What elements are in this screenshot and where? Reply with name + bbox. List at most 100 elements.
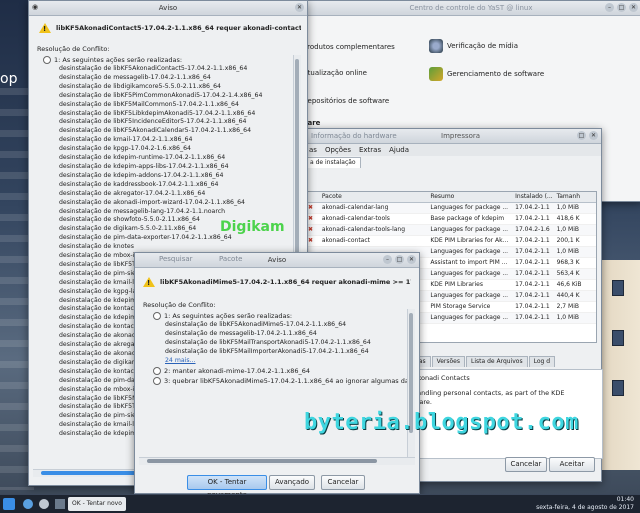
- aviso2-message: ! libKF5AkonadiMime5-17.04.2-1.1.x86_64 …: [143, 277, 411, 287]
- yast-item-label: Verificação de mídia: [447, 42, 518, 50]
- cell-installed: 17.04.2-1.1: [515, 314, 550, 321]
- tab-versions[interactable]: Versões: [431, 356, 465, 367]
- description-line: for Akonadi Contacts: [402, 374, 470, 382]
- cell-summary: Languages for package ...: [430, 248, 509, 255]
- more-link[interactable]: 24 mais...: [139, 357, 415, 366]
- cell-summary: Base package of kdepim: [430, 215, 505, 222]
- cell-summary: Languages for package ...: [430, 314, 509, 321]
- vertical-scrollbar[interactable]: [407, 309, 415, 458]
- minimize-icon[interactable]: –: [605, 3, 614, 12]
- yast-item-addon-products[interactable]: Produtos complementares: [303, 43, 395, 51]
- taskbar-task-ok-retry[interactable]: OK - Tentar novo: [68, 497, 126, 511]
- description-line: software.: [402, 398, 598, 407]
- background-label-search: Pesquisar: [159, 255, 193, 263]
- close-icon[interactable]: ✕: [589, 131, 598, 140]
- cell-summary: KDE PIM Libraries for Ak...: [430, 237, 509, 244]
- option-1[interactable]: 1: As seguintes ações serão realizadas:: [139, 311, 415, 321]
- aviso2-titlebar: Pesquisar Pacote Aviso – □ ✕: [135, 253, 419, 268]
- cell-installed: 17.04.2-1.1: [515, 259, 550, 266]
- browser-icon[interactable]: [23, 499, 33, 509]
- cell-summary: KDE PIM Libraries: [430, 281, 483, 288]
- horizontal-scrollbar[interactable]: [139, 457, 415, 465]
- cell-size: 1,0 MiB: [556, 204, 579, 211]
- scroll-thumb[interactable]: [295, 59, 299, 279]
- watermark-blog: byteria.blogspot.com: [304, 410, 579, 435]
- swmgr-title: Informação do hardware: [311, 132, 397, 140]
- tab-installation-summary[interactable]: a de instalação: [305, 157, 361, 168]
- start-menu-icon[interactable]: [3, 498, 15, 510]
- table-row[interactable]: ✖ akonadi-calendar-tools-lang Languages fo…: [306, 225, 596, 236]
- conflict-action-line: desinstalação de kdepim-addons-17.04.2-1…: [59, 171, 224, 179]
- maximize-icon[interactable]: □: [617, 3, 626, 12]
- cell-package: akonadi-contact: [321, 237, 371, 244]
- table-row[interactable]: ✖ akonadi-contact KDE PIM Libraries for Ak…: [306, 236, 596, 247]
- close-icon[interactable]: ✕: [629, 3, 638, 12]
- warning-icon: !: [39, 23, 51, 33]
- conflict-action-line: desinstalação de libKF5AkonadiMime5-17.0…: [165, 321, 347, 328]
- conflict-action-line: desinstalação de kaddressbook-17.04.2-1.…: [59, 180, 219, 188]
- table-row[interactable]: ✖ akonadi-calendar-lang Languages for pack…: [306, 203, 596, 214]
- conflict-action-line: desinstalação de libKF5MailImporterAkona…: [165, 347, 369, 355]
- option-2-radio[interactable]: [153, 366, 161, 375]
- conflict-action-line: desinstalação de kdepim-runtime-17.04.2-…: [59, 154, 226, 162]
- column-summary[interactable]: Resumo: [428, 192, 513, 202]
- ok-retry-button[interactable]: OK - Tentar novamente: [187, 475, 267, 499]
- option-1[interactable]: 1: As seguintes ações serão realizadas:: [33, 55, 301, 65]
- yast-item-online-update[interactable]: Atualização online: [303, 69, 367, 77]
- accept-button[interactable]: Aceitar: [549, 457, 595, 472]
- option-2[interactable]: 2: manter akonadi-mime-17.04.2-1.1.x86_6…: [139, 366, 415, 376]
- cell-installed: 17.04.2-1.1: [515, 270, 550, 277]
- clock[interactable]: 01:40 sexta-feira, 4 de agosto de 2017: [536, 496, 634, 512]
- yast-item-media-check[interactable]: Verificação de mídia: [429, 39, 518, 53]
- cell-summary: Languages for package ...: [430, 270, 509, 277]
- cell-size: 563,4 K: [556, 270, 580, 277]
- terminal-icon[interactable]: [55, 499, 65, 509]
- file-manager-icon[interactable]: [39, 499, 49, 509]
- column-size[interactable]: Tamanh: [555, 192, 596, 202]
- maximize-icon[interactable]: □: [577, 131, 586, 140]
- cell-installed: 17.04.2-1.1: [515, 281, 550, 288]
- option-1-radio[interactable]: [153, 312, 161, 320]
- cancel-button[interactable]: Cancelar: [505, 457, 547, 472]
- close-icon[interactable]: ✕: [407, 255, 416, 264]
- close-icon[interactable]: ✕: [295, 3, 304, 12]
- cell-summary: Assistant to import PIM ...: [430, 259, 508, 266]
- tab-log[interactable]: Log d: [528, 356, 556, 367]
- cell-summary: Languages for package ...: [430, 292, 509, 299]
- conflict-heading: Resolução de Conflito:: [37, 45, 110, 53]
- aviso2-title: Aviso: [267, 256, 287, 264]
- cell-installed: 17.04.2-1.1: [515, 292, 550, 299]
- option-3-radio[interactable]: [153, 376, 161, 385]
- yast-item-software-repositories[interactable]: Repositórios de software: [303, 97, 389, 105]
- table-row[interactable]: ✖ akonadi-calendar-tools Base package of k…: [306, 214, 596, 225]
- menu-item-options[interactable]: Opções: [325, 146, 351, 154]
- cancel-button[interactable]: Cancelar: [321, 475, 365, 490]
- yast-item-software-management[interactable]: Gerenciamento de software: [429, 67, 544, 81]
- menu-item-extras[interactable]: Extras: [359, 146, 381, 154]
- window-menu-icon[interactable]: ◉: [32, 3, 41, 12]
- column-installed[interactable]: Instalado (...: [513, 192, 554, 202]
- aviso1-title: Aviso: [158, 4, 178, 12]
- menu-item-help[interactable]: Ajuda: [389, 146, 409, 154]
- conflict-action-line: desinstalação de akonadi-import-wizard-1…: [59, 198, 245, 206]
- cell-summary: PIM Storage Service: [430, 303, 491, 310]
- column-package[interactable]: Pacote: [320, 192, 428, 202]
- software-management-icon: [429, 67, 443, 81]
- aviso1-message: ! libKF5AkonadiContact5-17.04.2-1.1.x86_…: [39, 23, 301, 33]
- tab-file-list[interactable]: Lista de Arquivos: [466, 356, 528, 367]
- menu-item[interactable]: as: [309, 146, 317, 154]
- background-label-package: Pacote: [219, 255, 243, 263]
- option-1-radio[interactable]: [43, 56, 51, 64]
- option-3[interactable]: 3: quebrar libKF5AkonadiMime5-17.04.2-1.…: [139, 376, 415, 386]
- watermark-digikam: Digikam: [220, 219, 285, 235]
- conflict-action-line: desinstalação de libdigikamcore5-5.5.0-2…: [59, 82, 221, 90]
- advanced-button[interactable]: Avançado: [269, 475, 315, 490]
- cell-package: akonadi-calendar-lang: [321, 204, 389, 211]
- yast-item-label: Produtos complementares: [303, 43, 395, 51]
- scroll-thumb[interactable]: [147, 459, 377, 463]
- cell-installed: 17.04.2-1.1: [515, 204, 550, 211]
- maximize-icon[interactable]: □: [395, 255, 404, 264]
- conky-line: [0, 487, 34, 490]
- conflict-action-line: desinstalação de libKF5PimCommonAkonadi5…: [59, 91, 263, 99]
- minimize-icon[interactable]: –: [383, 255, 392, 264]
